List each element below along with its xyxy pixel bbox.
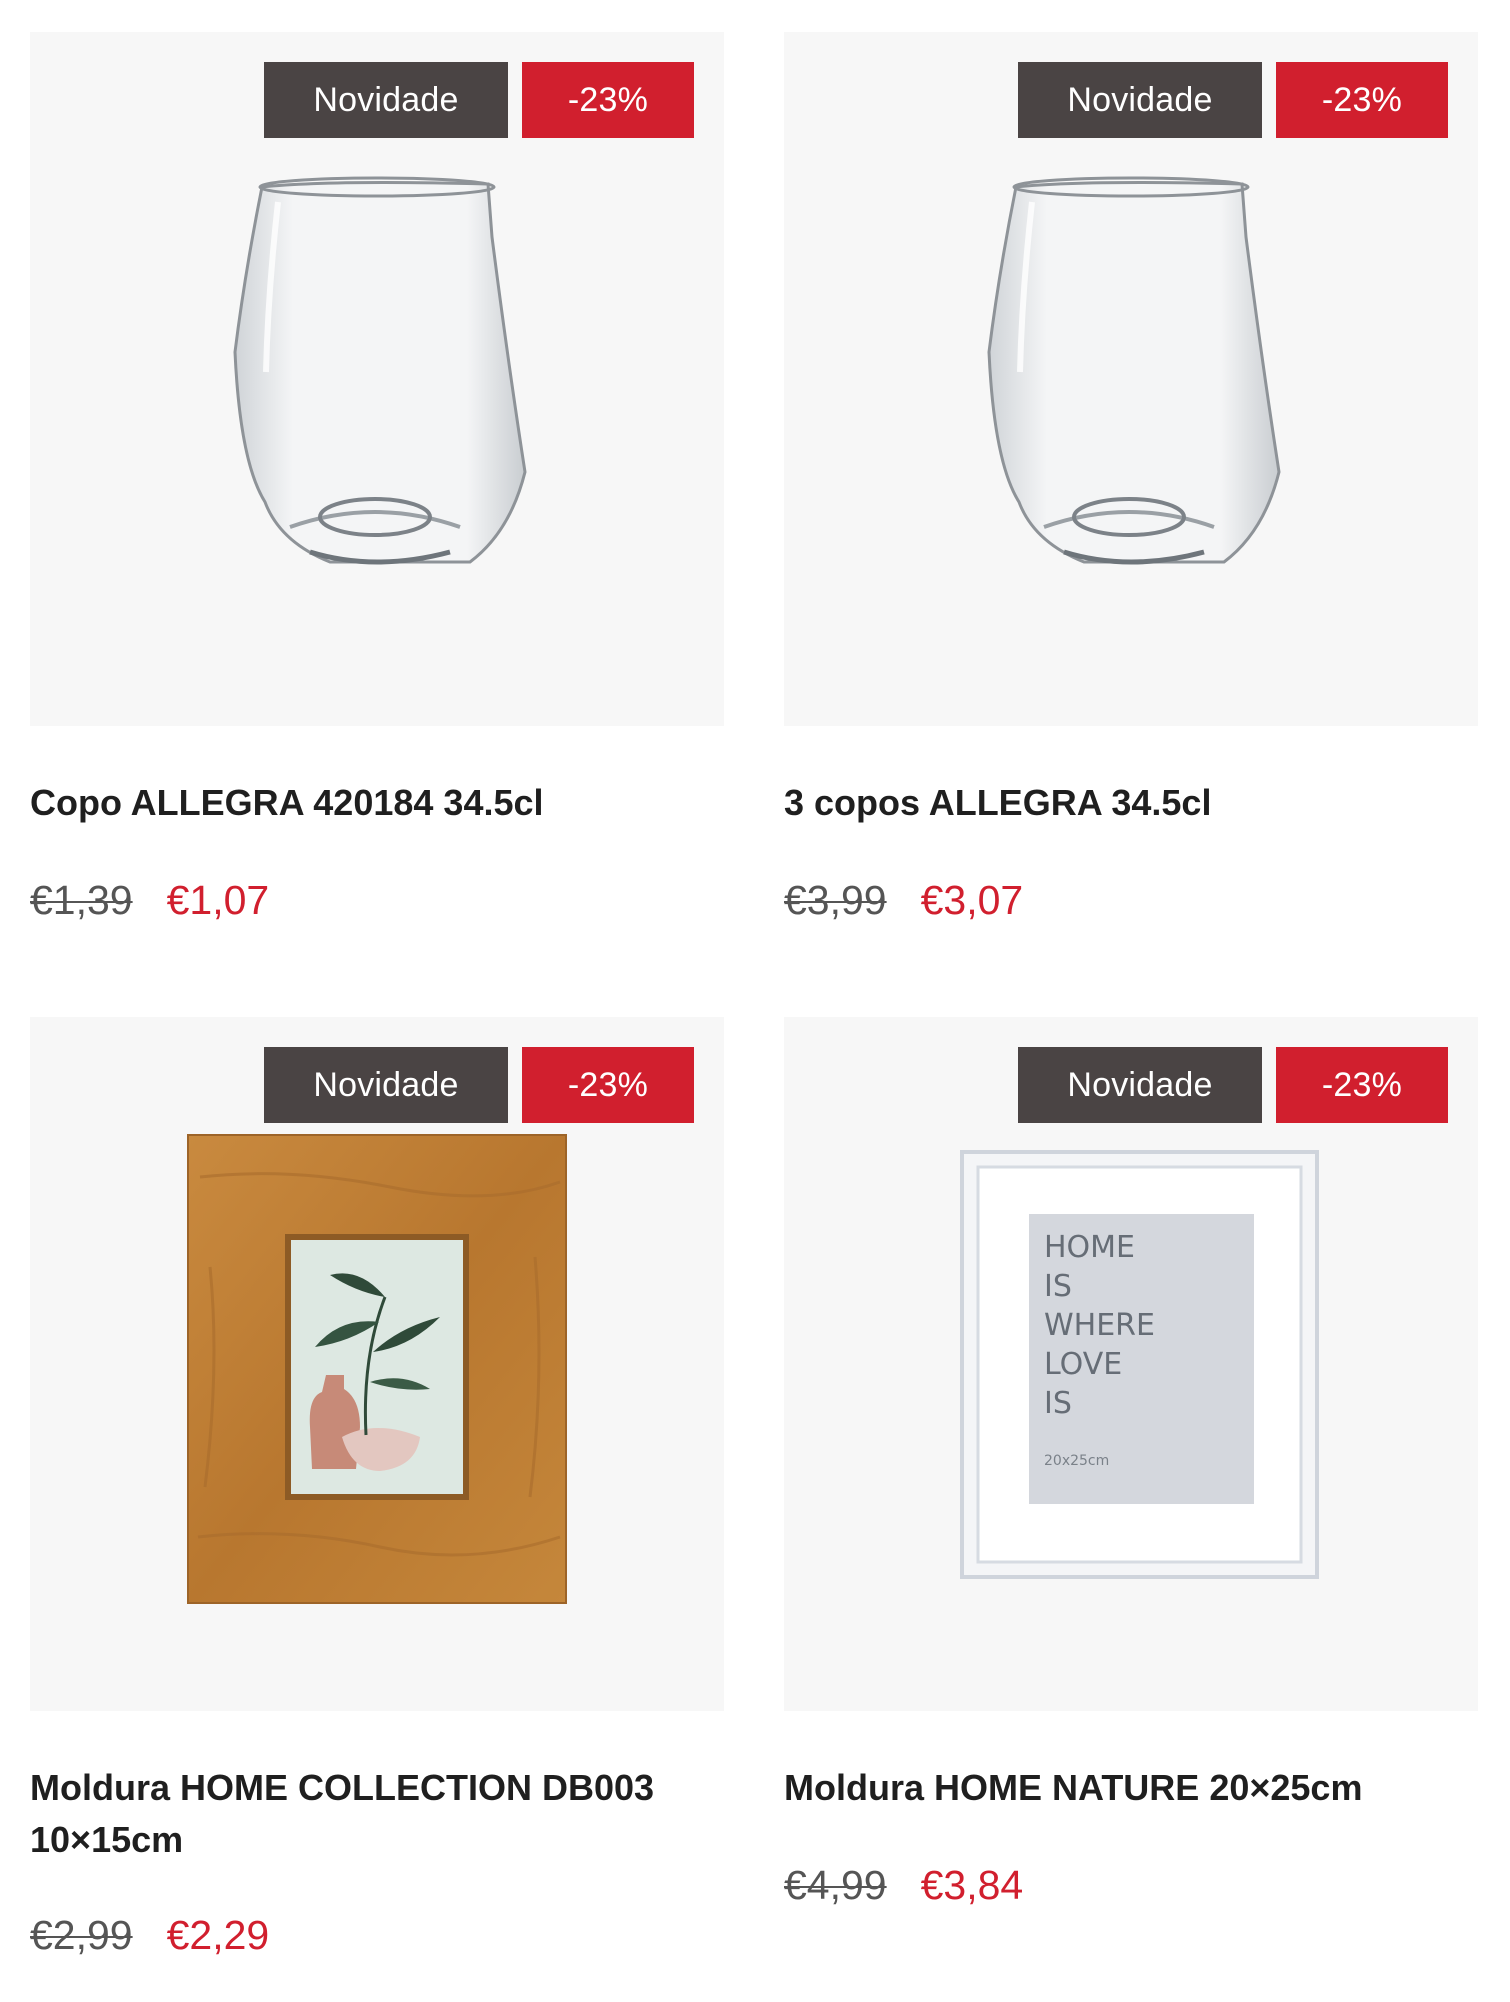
product-title[interactable]: Moldura HOME NATURE 20×25cm <box>784 1762 1478 1814</box>
sale-price: €1,07 <box>166 877 270 923</box>
new-badge: Novidade <box>1018 1047 1262 1123</box>
discount-badge: -23% <box>522 62 694 138</box>
product-title[interactable]: 3 copos ALLEGRA 34.5cl <box>784 777 1478 829</box>
product-title[interactable]: Copo ALLEGRA 420184 34.5cl <box>30 777 724 829</box>
new-badge: Novidade <box>1018 62 1262 138</box>
product-image-area[interactable]: Novidade -23% <box>30 32 724 726</box>
product-image-area[interactable]: Novidade -23% <box>784 32 1478 726</box>
old-price: €1,39 <box>30 877 133 923</box>
price-row: €2,99 €2,29 <box>30 1912 269 1959</box>
product-card[interactable]: Novidade -23% Moldura HOME COLLECTION DB… <box>30 1017 724 2002</box>
frame-size-text: 20x25cm <box>1044 1453 1109 1469</box>
sale-price: €3,84 <box>920 1862 1024 1908</box>
discount-badge: -23% <box>522 1047 694 1123</box>
product-image-area[interactable]: HOME IS WHERE LOVE IS 20x25cm Novidade -… <box>784 1017 1478 1711</box>
product-card[interactable]: Novidade -23% 3 copos ALLEGRA 34.5cl €3,… <box>784 32 1478 1017</box>
badge-group: Novidade -23% <box>1018 1047 1448 1123</box>
product-card[interactable]: HOME IS WHERE LOVE IS 20x25cm Novidade -… <box>784 1017 1478 2002</box>
frame-text-line5: IS <box>1044 1386 1072 1421</box>
old-price: €3,99 <box>784 877 887 923</box>
frame-text-line3: WHERE <box>1044 1308 1155 1343</box>
badge-group: Novidade -23% <box>264 1047 694 1123</box>
frame-text-line1: HOME <box>1044 1230 1135 1265</box>
product-title[interactable]: Moldura HOME COLLECTION DB003 10×15cm <box>30 1762 724 1866</box>
product-grid: Novidade -23% Copo ALLEGRA 420184 34.5cl… <box>30 32 1482 2002</box>
product-card[interactable]: Novidade -23% Copo ALLEGRA 420184 34.5cl… <box>30 32 724 1017</box>
badge-group: Novidade -23% <box>264 62 694 138</box>
old-price: €4,99 <box>784 1862 887 1908</box>
badge-group: Novidade -23% <box>1018 62 1448 138</box>
new-badge: Novidade <box>264 62 508 138</box>
old-price: €2,99 <box>30 1912 133 1958</box>
discount-badge: -23% <box>1276 62 1448 138</box>
frame-text-line2: IS <box>1044 1269 1072 1304</box>
price-row: €3,99 €3,07 <box>784 877 1023 924</box>
discount-badge: -23% <box>1276 1047 1448 1123</box>
price-row: €4,99 €3,84 <box>784 1862 1023 1909</box>
new-badge: Novidade <box>264 1047 508 1123</box>
sale-price: €3,07 <box>920 877 1024 923</box>
price-row: €1,39 €1,07 <box>30 877 269 924</box>
product-image-area[interactable]: Novidade -23% <box>30 1017 724 1711</box>
frame-text-line4: LOVE <box>1044 1347 1122 1382</box>
sale-price: €2,29 <box>166 1912 270 1958</box>
